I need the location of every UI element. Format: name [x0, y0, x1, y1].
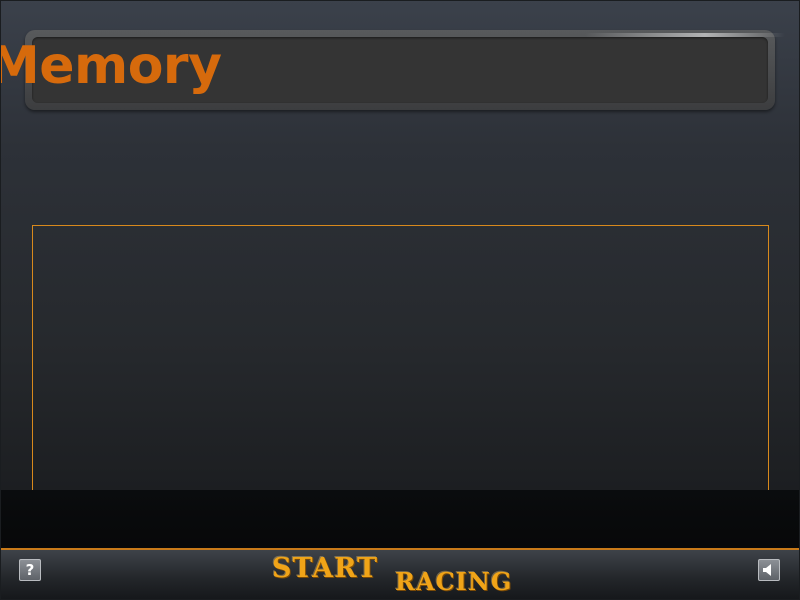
start-racing-logo: START RACING — [272, 550, 542, 600]
game-window: Memory ? START RACING — [0, 0, 800, 600]
question-mark-icon: ? — [25, 560, 35, 579]
help-button[interactable]: ? — [19, 559, 41, 581]
title-bar-highlight — [585, 33, 785, 37]
lower-dark-band — [0, 490, 800, 548]
logo-word-start: START — [272, 553, 379, 584]
sound-toggle-button[interactable] — [758, 559, 780, 581]
game-title: Memory — [0, 36, 222, 96]
speaker-icon — [763, 564, 771, 576]
footer-bar: ? START RACING — [0, 548, 800, 600]
game-board[interactable] — [32, 225, 769, 490]
logo-word-racing: RACING — [395, 567, 513, 596]
